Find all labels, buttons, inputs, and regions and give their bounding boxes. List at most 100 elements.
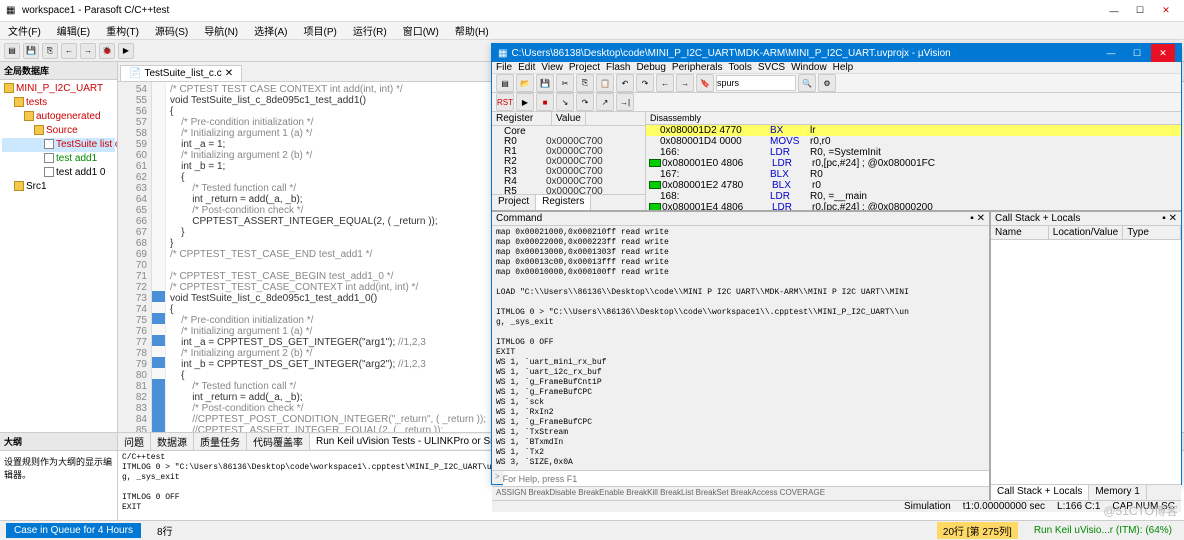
disassembly-list[interactable]: 0x080001D2 4770BXlr0x080001D4 0000MOVSr0…	[646, 125, 1181, 210]
fwd-icon[interactable]: →	[676, 74, 694, 92]
editor-tab[interactable]: 📄 TestSuite_list_c.c ✕	[120, 65, 242, 81]
tree-item[interactable]: test add1 0	[2, 166, 115, 180]
debug-icon[interactable]: 🐞	[99, 43, 115, 59]
config-icon[interactable]: ⚙	[818, 74, 836, 92]
console-tab[interactable]: 数据源	[151, 432, 194, 451]
close-button[interactable]: ✕	[1154, 2, 1178, 20]
new-icon[interactable]: ▤	[4, 43, 20, 59]
menu-item[interactable]: Debug	[636, 62, 665, 73]
command-input[interactable]	[503, 471, 989, 486]
menu-item[interactable]: Peripherals	[672, 62, 723, 73]
command-output[interactable]: map 0x00021000,0x000210ff read write map…	[492, 226, 989, 470]
back-icon[interactable]: ←	[656, 74, 674, 92]
window-controls: — ☐ ✕	[1102, 2, 1178, 20]
disasm-row[interactable]: 0x080001D4 0000MOVSr0,r0	[646, 136, 1181, 147]
bookmark-icon[interactable]: 🔖	[696, 74, 714, 92]
console-tab[interactable]: 问题	[118, 432, 151, 451]
project-tree[interactable]: MINI_P_I2C_UARTtestsautogeneratedSourceT…	[0, 80, 117, 196]
tree-item[interactable]: TestSuite list c Udesc	[2, 138, 115, 152]
menu-item[interactable]: SVCS	[758, 62, 785, 73]
tree-item[interactable]: tests	[2, 96, 115, 110]
undo-icon[interactable]: ↶	[616, 74, 634, 92]
console-tab[interactable]: 质量任务	[194, 432, 247, 451]
console-tab[interactable]: 代码覆盖率	[247, 432, 310, 451]
run-to-icon[interactable]: →|	[616, 93, 634, 111]
tab-project[interactable]: Project	[492, 195, 536, 210]
menu-item[interactable]: 文件(F)	[4, 23, 45, 38]
registers-list[interactable]: CoreR00x0000C700R10x0000C700R20x0000C700…	[492, 126, 645, 194]
tree-item[interactable]: MINI_P_I2C_UART	[2, 82, 115, 96]
disasm-row[interactable]: 167:BLXR0	[646, 169, 1181, 180]
uvision-window: ▦ C:\Users\86138\Desktop\code\MINI_P_I2C…	[491, 43, 1182, 485]
reset-icon[interactable]: RST	[496, 93, 514, 111]
run-icon[interactable]: ▶	[118, 43, 134, 59]
status-line: L:166 C:1	[1057, 501, 1100, 512]
menu-item[interactable]: 编辑(E)	[53, 23, 94, 38]
paste-icon[interactable]: 📋	[596, 74, 614, 92]
save-icon[interactable]: 💾	[23, 43, 39, 59]
step-out-icon[interactable]: ↗	[596, 93, 614, 111]
uv-maximize-button[interactable]: ☐	[1125, 44, 1149, 62]
menu-item[interactable]: Tools	[729, 62, 752, 73]
step-over-icon[interactable]: ↷	[576, 93, 594, 111]
menu-item[interactable]: File	[496, 62, 512, 73]
menu-item[interactable]: 项目(P)	[299, 23, 340, 38]
register-row[interactable]: R50x0000C700	[494, 187, 643, 194]
copy-icon[interactable]: ⎘	[576, 74, 594, 92]
menu-item[interactable]: Edit	[518, 62, 535, 73]
tree-item[interactable]: Src1	[2, 180, 115, 194]
menu-item[interactable]: Help	[833, 62, 854, 73]
disasm-row[interactable]: 168:LDRR0, =__main	[646, 191, 1181, 202]
tree-item[interactable]: Source	[2, 124, 115, 138]
tab-registers[interactable]: Registers	[536, 195, 591, 210]
find-icon[interactable]: 🔍	[798, 74, 816, 92]
run-progress: Run Keil uVisio...r (ITM): (64%)	[1028, 525, 1178, 536]
callstack-pane: Call Stack + Locals▪ ✕ Name Location/Val…	[991, 212, 1181, 500]
back-icon[interactable]: ←	[61, 43, 77, 59]
project-tree-panel: 全局数据库 MINI_P_I2C_UARTtestsautogeneratedS…	[0, 62, 118, 432]
uv-close-button[interactable]: ✕	[1151, 44, 1175, 62]
tree-item[interactable]: autogenerated	[2, 110, 115, 124]
disasm-row[interactable]: 0x080001D2 4770BXlr	[646, 125, 1181, 136]
disasm-row[interactable]: 0x080001E4 4806LDRr0,[pc,#24] ; @0x08000…	[646, 202, 1181, 210]
redo-icon[interactable]: ↷	[636, 74, 654, 92]
menu-item[interactable]: 帮助(H)	[451, 23, 493, 38]
disasm-row[interactable]: 0x080001E2 4780BLXr0	[646, 180, 1181, 191]
status-time: t1:0.00000000 sec	[963, 501, 1045, 512]
cut-icon[interactable]: ✂	[556, 74, 574, 92]
menu-item[interactable]: 导航(N)	[200, 23, 242, 38]
cmd-close-icon[interactable]: ▪ ✕	[970, 213, 985, 224]
new-file-icon[interactable]: ▤	[496, 74, 514, 92]
close-tab-icon[interactable]: ✕	[225, 68, 233, 79]
forward-icon[interactable]: →	[80, 43, 96, 59]
menu-item[interactable]: Flash	[606, 62, 630, 73]
open-icon[interactable]: 📂	[516, 74, 534, 92]
menu-item[interactable]: 运行(R)	[349, 23, 391, 38]
saveall-icon[interactable]: ⎘	[42, 43, 58, 59]
maximize-button[interactable]: ☐	[1128, 2, 1152, 20]
save-icon[interactable]: 💾	[536, 74, 554, 92]
menu-item[interactable]: Window	[791, 62, 827, 73]
minimize-button[interactable]: —	[1102, 2, 1126, 20]
uv-minimize-button[interactable]: —	[1099, 44, 1123, 62]
menu-item[interactable]: 选择(A)	[250, 23, 291, 38]
tab-memory[interactable]: Memory 1	[1089, 485, 1146, 500]
tab-callstack[interactable]: Call Stack + Locals	[991, 485, 1089, 500]
menu-item[interactable]: 重构(T)	[102, 23, 143, 38]
stack-close-icon[interactable]: ▪ ✕	[1162, 213, 1177, 224]
search-input[interactable]	[716, 75, 796, 91]
disasm-row[interactable]: 166:LDRR0, =SystemInit	[646, 147, 1181, 158]
menu-item[interactable]: 源码(S)	[151, 23, 192, 38]
uvision-titlebar[interactable]: ▦ C:\Users\86138\Desktop\code\MINI_P_I2C…	[492, 44, 1181, 62]
stack-body[interactable]	[991, 240, 1181, 484]
run-icon[interactable]: ▶	[516, 93, 534, 111]
stop-icon[interactable]: ■	[536, 93, 554, 111]
registers-pane: RegisterValue CoreR00x0000C700R10x0000C7…	[492, 112, 646, 210]
disasm-row[interactable]: 0x080001E0 4806LDRr0,[pc,#24] ; @0x08000…	[646, 158, 1181, 169]
step-in-icon[interactable]: ↘	[556, 93, 574, 111]
menu-item[interactable]: 窗口(W)	[399, 23, 443, 38]
tree-item[interactable]: test add1	[2, 152, 115, 166]
breakpoint-margin[interactable]	[152, 82, 166, 432]
menu-item[interactable]: Project	[569, 62, 600, 73]
menu-item[interactable]: View	[541, 62, 563, 73]
